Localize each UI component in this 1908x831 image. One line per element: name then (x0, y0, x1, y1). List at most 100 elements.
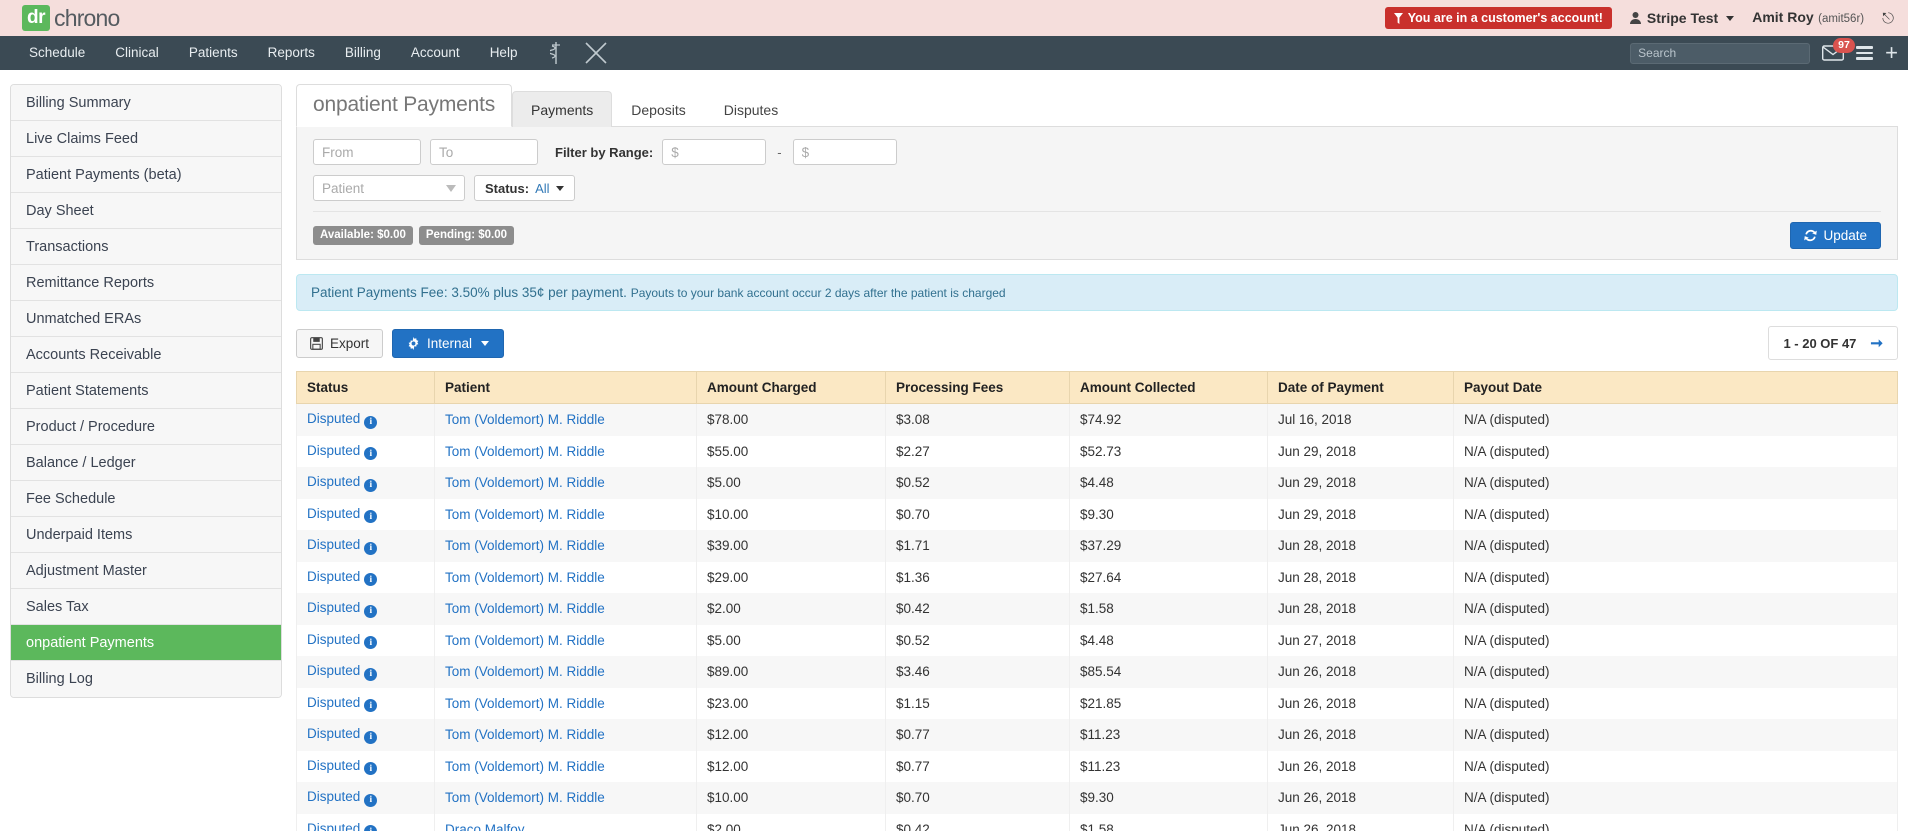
plus-icon[interactable]: + (1885, 42, 1898, 64)
info-icon[interactable]: i (364, 510, 378, 523)
account-switcher[interactable]: Stripe Test (1629, 10, 1735, 26)
info-icon[interactable]: i (364, 447, 378, 460)
patient-link[interactable]: Tom (Voldemort) M. Riddle (445, 696, 605, 711)
sidebar-item-product-procedure[interactable]: Product / Procedure (11, 409, 281, 445)
table-row[interactable]: Disputed i Tom (Voldemort) M. Riddle $78.00… (296, 403, 1898, 436)
caduceus-icon[interactable] (550, 42, 562, 64)
sidebar-item-unmatched-eras[interactable]: Unmatched ERAs (11, 301, 281, 337)
patient-link[interactable]: Draco Malfoy (445, 822, 525, 831)
search-input[interactable] (1630, 42, 1811, 64)
status-link[interactable]: Disputed (307, 789, 360, 804)
info-icon[interactable]: i (364, 667, 378, 681)
status-link[interactable]: Disputed (307, 411, 360, 426)
info-icon[interactable]: i (364, 793, 378, 807)
pagination-control[interactable]: 1 - 20 OF 47 ➞ (1768, 326, 1898, 360)
info-icon[interactable]: i (364, 604, 378, 618)
tab-disputes[interactable]: Disputes (705, 91, 797, 127)
sidebar-item-remittance-reports[interactable]: Remittance Reports (11, 265, 281, 301)
status-dropdown[interactable]: Status: All (474, 175, 575, 201)
patient-link[interactable]: Tom (Voldemort) M. Riddle (445, 570, 605, 585)
patient-select[interactable]: Patient (313, 175, 465, 201)
tab-payments[interactable]: Payments (512, 91, 613, 127)
sidebar-item-billing-summary[interactable]: Billing Summary (11, 85, 281, 121)
update-button[interactable]: Update (1790, 222, 1881, 249)
hamburger-icon[interactable] (1856, 43, 1874, 63)
table-row[interactable]: Disputed i Draco Malfoy $2.00$0.42$1.58Jun … (296, 813, 1898, 831)
patient-link[interactable]: Tom (Voldemort) M. Riddle (445, 664, 605, 679)
column-header-payout-date[interactable]: Payout Date (1453, 371, 1898, 404)
status-link[interactable]: Disputed (307, 506, 360, 521)
table-row[interactable]: Disputed i Tom (Voldemort) M. Riddle $12.00… (296, 750, 1898, 782)
amount-max-input[interactable] (792, 139, 897, 165)
table-row[interactable]: Disputed i Tom (Voldemort) M. Riddle $10.00… (296, 498, 1898, 530)
status-link[interactable]: Disputed (307, 821, 360, 831)
patient-link[interactable]: Tom (Voldemort) M. Riddle (445, 507, 605, 522)
patient-link[interactable]: Tom (Voldemort) M. Riddle (445, 790, 605, 805)
nav-item-clinical[interactable]: Clinical (100, 36, 174, 70)
sidebar-item-billing-log[interactable]: Billing Log (11, 661, 281, 697)
sidebar-item-patient-statements[interactable]: Patient Statements (11, 373, 281, 409)
status-link[interactable]: Disputed (307, 663, 360, 678)
table-row[interactable]: Disputed i Tom (Voldemort) M. Riddle $39.00… (296, 530, 1898, 562)
sidebar-item-transactions[interactable]: Transactions (11, 229, 281, 265)
patient-link[interactable]: Tom (Voldemort) M. Riddle (445, 444, 605, 459)
nav-item-schedule[interactable]: Schedule (14, 36, 100, 70)
info-icon[interactable]: i (364, 415, 378, 429)
nav-item-patients[interactable]: Patients (174, 36, 253, 70)
info-icon[interactable]: i (364, 573, 378, 586)
patient-link[interactable]: Tom (Voldemort) M. Riddle (445, 412, 605, 427)
nav-item-reports[interactable]: Reports (253, 36, 330, 70)
patient-link[interactable]: Tom (Voldemort) M. Riddle (445, 633, 605, 648)
sidebar-item-underpaid-items[interactable]: Underpaid Items (11, 517, 281, 553)
internal-dropdown-button[interactable]: Internal (392, 328, 505, 358)
to-date-input[interactable] (430, 139, 538, 165)
tab-deposits[interactable]: Deposits (612, 91, 704, 127)
info-icon[interactable]: i (364, 636, 378, 649)
from-date-input[interactable] (313, 139, 421, 165)
status-link[interactable]: Disputed (307, 569, 360, 584)
table-row[interactable]: Disputed i Tom (Voldemort) M. Riddle $89.00… (296, 656, 1898, 688)
table-row[interactable]: Disputed i Tom (Voldemort) M. Riddle $10.00… (296, 782, 1898, 814)
sidebar-item-sales-tax[interactable]: Sales Tax (11, 589, 281, 625)
table-row[interactable]: Disputed i Tom (Voldemort) M. Riddle $55.00… (296, 435, 1898, 467)
column-header-patient[interactable]: Patient (434, 371, 697, 404)
column-header-status[interactable]: Status (296, 371, 435, 404)
status-link[interactable]: Disputed (307, 695, 360, 710)
status-link[interactable]: Disputed (307, 600, 360, 615)
patient-link[interactable]: Tom (Voldemort) M. Riddle (445, 727, 605, 742)
table-row[interactable]: Disputed i Tom (Voldemort) M. Riddle $12.00… (296, 719, 1898, 751)
info-icon[interactable]: i (364, 762, 378, 775)
sidebar-item-onpatient-payments[interactable]: onpatient Payments (11, 625, 281, 661)
status-link[interactable]: Disputed (307, 726, 360, 741)
sidebar-item-balance-ledger[interactable]: Balance / Ledger (11, 445, 281, 481)
status-link[interactable]: Disputed (307, 632, 360, 647)
table-row[interactable]: Disputed i Tom (Voldemort) M. Riddle $5.00 $… (296, 467, 1898, 499)
power-icon[interactable]: ⎋ (1882, 10, 1894, 27)
table-row[interactable]: Disputed i Tom (Voldemort) M. Riddle $5.00 $… (296, 624, 1898, 656)
amount-min-input[interactable] (662, 139, 767, 165)
nav-item-billing[interactable]: Billing (330, 36, 396, 70)
drchrono-logo[interactable]: dr chrono (22, 5, 120, 32)
column-header-amount-collected[interactable]: Amount Collected (1069, 371, 1268, 404)
arrow-right-icon[interactable]: ➞ (1870, 334, 1883, 352)
column-header-processing-fees[interactable]: Processing Fees (885, 371, 1070, 404)
patient-link[interactable]: Tom (Voldemort) M. Riddle (445, 475, 605, 490)
patient-link[interactable]: Tom (Voldemort) M. Riddle (445, 601, 605, 616)
table-row[interactable]: Disputed i Tom (Voldemort) M. Riddle $29.00… (296, 561, 1898, 593)
current-user[interactable]: Amit Roy (amit56r) (1752, 9, 1864, 27)
x-scalpels-icon[interactable] (584, 42, 608, 64)
nav-item-help[interactable]: Help (475, 36, 533, 70)
info-icon[interactable]: i (364, 730, 378, 744)
status-link[interactable]: Disputed (307, 474, 360, 489)
nav-item-account[interactable]: Account (396, 36, 475, 70)
status-link[interactable]: Disputed (307, 537, 360, 552)
table-row[interactable]: Disputed i Tom (Voldemort) M. Riddle $2.00 $… (296, 593, 1898, 625)
column-header-amount-charged[interactable]: Amount Charged (696, 371, 886, 404)
info-icon[interactable]: i (364, 699, 378, 712)
status-link[interactable]: Disputed (307, 443, 360, 458)
sidebar-item-day-sheet[interactable]: Day Sheet (11, 193, 281, 229)
sidebar-item-adjustment-master[interactable]: Adjustment Master (11, 553, 281, 589)
status-link[interactable]: Disputed (307, 758, 360, 773)
sidebar-item-patient-payments[interactable]: Patient Payments (beta) (11, 157, 281, 193)
sidebar-item-live-claims-feed[interactable]: Live Claims Feed (11, 121, 281, 157)
